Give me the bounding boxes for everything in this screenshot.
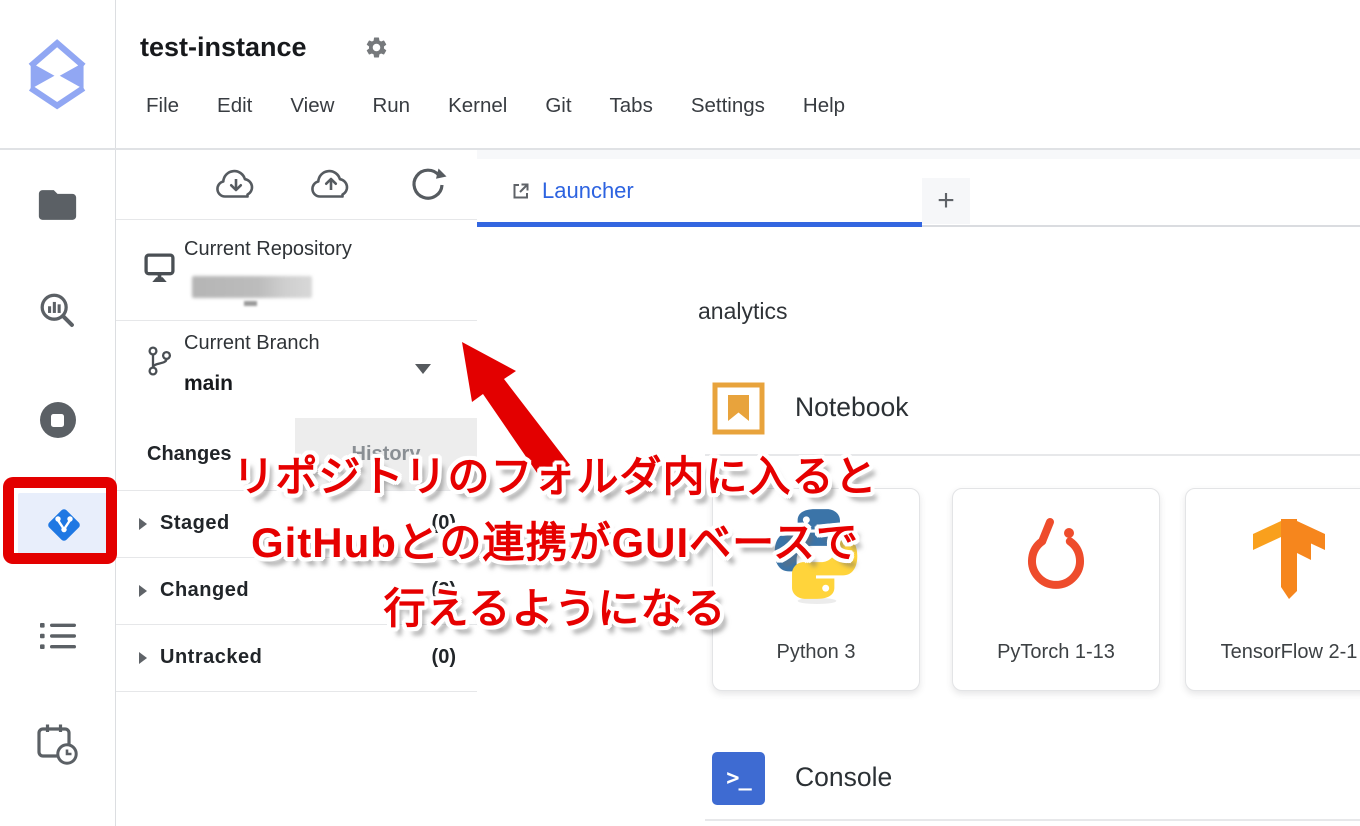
gear-icon[interactable]	[364, 35, 389, 60]
tabbar-background	[477, 150, 1360, 159]
section-label: Staged	[160, 512, 230, 535]
git-panel: Current Repository Current Branch main C…	[116, 150, 478, 826]
activity-sidebar	[0, 150, 116, 826]
git-icon	[43, 504, 85, 546]
card-label: TensorFlow 2-1	[1186, 641, 1360, 664]
header: test-instance File Edit View Run Kernel …	[0, 0, 1360, 150]
menu-item-git[interactable]: Git	[526, 94, 590, 118]
section-count: (2)	[432, 579, 456, 602]
divider	[116, 691, 477, 692]
jupyterlab-window: test-instance File Edit View Run Kernel …	[0, 0, 1360, 826]
launcher-card-python3[interactable]: Python 3	[712, 488, 920, 691]
git-branch-icon	[146, 344, 173, 378]
cloud-upload-icon[interactable]	[308, 168, 354, 202]
notebook-icon	[712, 382, 765, 435]
menu-item-run[interactable]: Run	[353, 94, 429, 118]
tab-changes[interactable]: Changes	[116, 418, 295, 490]
chevron-right-icon	[139, 652, 147, 664]
sidebar-item-files[interactable]	[0, 188, 115, 222]
card-label: PyTorch 1-13	[953, 641, 1159, 664]
menu-item-kernel[interactable]: Kernel	[429, 94, 526, 118]
section-count: (0)	[432, 646, 456, 669]
git-section-staged[interactable]: Staged (0)	[116, 490, 477, 557]
active-tab-underline	[477, 222, 922, 227]
chevron-right-icon	[139, 585, 147, 597]
cloud-download-icon[interactable]	[213, 168, 259, 202]
console-category-label: Console	[795, 762, 892, 793]
launcher-cwd-title: analytics	[698, 298, 787, 325]
pytorch-icon	[953, 511, 1159, 601]
divider	[705, 819, 1360, 821]
refresh-icon[interactable]	[409, 166, 447, 204]
menu-bar: File Edit View Run Kernel Git Tabs Setti…	[127, 94, 864, 118]
vertex-workbench-logo-icon	[21, 34, 95, 114]
new-tab-button[interactable]: +	[922, 178, 970, 224]
section-label: Untracked	[160, 646, 262, 669]
chevron-down-icon[interactable]	[415, 364, 431, 374]
sidebar-item-metrics-search[interactable]	[0, 289, 115, 335]
tensorflow-icon	[1186, 507, 1360, 603]
tab-launcher-label: Launcher	[542, 178, 634, 204]
tab-history[interactable]: History	[295, 418, 477, 490]
python-icon	[713, 503, 919, 605]
menu-item-tabs[interactable]: Tabs	[591, 94, 672, 118]
card-label: Python 3	[713, 641, 919, 664]
launcher-card-tensorflow[interactable]: TensorFlow 2-1	[1185, 488, 1360, 691]
menu-item-help[interactable]: Help	[784, 94, 864, 118]
divider	[116, 320, 477, 321]
divider	[705, 454, 1360, 456]
table-of-contents-icon	[38, 621, 78, 651]
sidebar-item-scheduler[interactable]	[0, 722, 115, 768]
section-count: (0)	[432, 512, 456, 535]
git-panel-tabs: Changes History	[116, 418, 477, 490]
menu-item-view[interactable]: View	[271, 94, 353, 118]
console-icon: >_	[712, 752, 765, 805]
menu-item-edit[interactable]: Edit	[198, 94, 271, 118]
repository-name-redacted[interactable]	[192, 276, 312, 298]
instance-title: test-instance	[140, 32, 307, 63]
chevron-right-icon	[139, 518, 147, 530]
section-label: Changed	[160, 579, 249, 602]
menu-item-file[interactable]: File	[127, 94, 198, 118]
search-metrics-icon	[35, 289, 81, 335]
current-branch-name: main	[184, 372, 233, 396]
divider	[116, 219, 477, 220]
computer-icon	[143, 252, 176, 283]
sidebar-item-running-kernels[interactable]	[0, 402, 115, 438]
logo-cell	[0, 0, 116, 148]
scheduler-icon	[35, 722, 81, 768]
repository-name-redacted-fragment	[244, 301, 257, 306]
git-section-untracked[interactable]: Untracked (0)	[116, 624, 477, 691]
current-repository-label: Current Repository	[184, 238, 352, 261]
folder-icon	[37, 188, 78, 222]
main-area: Launcher + analytics Notebook	[477, 150, 1360, 826]
git-section-changed[interactable]: Changed (2)	[116, 557, 477, 624]
menu-item-settings[interactable]: Settings	[672, 94, 784, 118]
sidebar-item-table-of-contents[interactable]	[0, 621, 115, 651]
running-kernels-icon	[40, 402, 76, 438]
external-link-icon	[510, 180, 532, 202]
launcher-card-pytorch[interactable]: PyTorch 1-13	[952, 488, 1160, 691]
tab-launcher[interactable]: Launcher	[477, 159, 922, 223]
notebook-category-label: Notebook	[795, 392, 908, 423]
current-branch-label: Current Branch	[184, 332, 320, 355]
sidebar-item-git[interactable]	[18, 493, 110, 557]
